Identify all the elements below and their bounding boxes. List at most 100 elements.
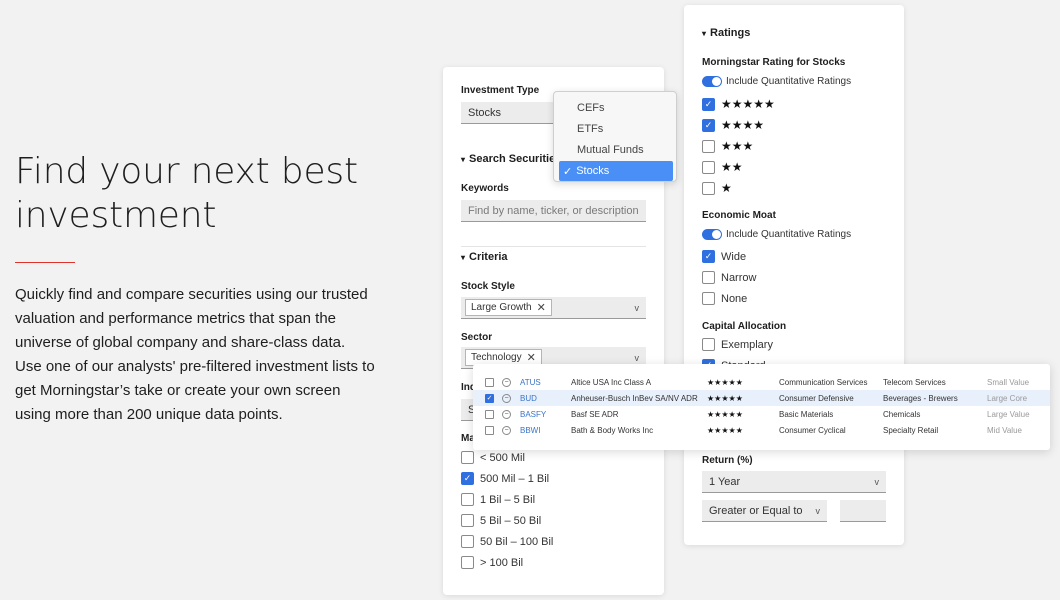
cell-sector: Basic Materials bbox=[779, 409, 834, 419]
market-cap-option[interactable]: ✓ 500 Mil – 1 Bil bbox=[461, 472, 549, 485]
cell-stars: ★★★★★ bbox=[707, 377, 743, 387]
row-checkbox[interactable] bbox=[485, 425, 494, 435]
table-row[interactable]: − BBWI Bath & Body Works Inc ★★★★★ Consumer … bbox=[473, 422, 1050, 438]
toggle-knob bbox=[712, 77, 721, 86]
cell-industry: Telecom Services bbox=[883, 377, 946, 387]
row-checkbox[interactable] bbox=[485, 377, 494, 387]
comparison-value: Greater or Equal to bbox=[709, 504, 803, 517]
stock-style-label: Stock Style bbox=[461, 281, 515, 292]
star-rating-option[interactable]: ★ bbox=[702, 181, 732, 195]
dropdown-option-mutual-funds[interactable]: Mutual Funds bbox=[554, 140, 676, 160]
moat-option[interactable]: None bbox=[702, 292, 747, 305]
sector-label: Sector bbox=[461, 332, 493, 343]
cell-ticker[interactable]: BUD bbox=[520, 394, 537, 403]
cell-style: Large Core bbox=[987, 393, 1028, 403]
cell-stars: ★★★★★ bbox=[707, 409, 743, 419]
return-value-input[interactable] bbox=[840, 500, 886, 522]
checkbox[interactable] bbox=[702, 292, 715, 305]
remove-circle-icon[interactable]: − bbox=[502, 393, 511, 403]
remove-circle-icon[interactable]: − bbox=[502, 409, 511, 419]
table-row[interactable]: − ATUS Altice USA Inc Class A ★★★★★ Communic… bbox=[473, 374, 1050, 390]
checkbox[interactable]: ✓ bbox=[461, 472, 474, 485]
chevron-down-icon: v bbox=[634, 302, 640, 313]
dropdown-option-stocks[interactable]: ✓ Stocks bbox=[559, 161, 673, 181]
star-rating-icon: ★★★★ bbox=[721, 118, 765, 132]
investment-type-dropdown: CEFs ETFs Mutual Funds ✓ Stocks bbox=[553, 91, 677, 182]
market-cap-option-label: 50 Bil – 100 Bil bbox=[480, 535, 554, 548]
criteria-title: Criteria bbox=[469, 251, 508, 263]
moat-option[interactable]: Narrow bbox=[702, 271, 756, 284]
cell-ticker[interactable]: BASFY bbox=[520, 410, 546, 419]
market-cap-option-label: 5 Bil – 50 Bil bbox=[480, 514, 542, 527]
remove-chip-icon[interactable]: ✕ bbox=[537, 301, 546, 314]
hero: Find your next best investment Quickly f… bbox=[15, 150, 375, 427]
comparison-select[interactable]: Greater or Equal to v bbox=[702, 500, 827, 522]
cell-ticker[interactable]: ATUS bbox=[520, 378, 541, 387]
checkbox[interactable] bbox=[461, 493, 474, 506]
dropdown-option-cefs[interactable]: CEFs bbox=[554, 98, 676, 118]
checkbox[interactable] bbox=[461, 451, 474, 464]
checkbox[interactable]: ✓ bbox=[702, 250, 715, 263]
investment-type-select[interactable]: Stocks bbox=[461, 102, 561, 124]
table-row[interactable]: − BASFY Basf SE ADR ★★★★★ Basic Materials Che… bbox=[473, 406, 1050, 422]
cell-sector: Consumer Cyclical bbox=[779, 425, 846, 435]
row-checkbox[interactable]: ✓ bbox=[485, 393, 494, 403]
star-rating-option[interactable]: ★★ bbox=[702, 160, 743, 174]
star-rating-option[interactable]: ★★★ bbox=[702, 139, 753, 153]
return-period-select[interactable]: 1 Year v bbox=[702, 471, 886, 493]
checkbox[interactable]: ✓ bbox=[702, 118, 715, 132]
checkbox[interactable] bbox=[702, 160, 715, 174]
chevron-down-icon: v bbox=[874, 476, 880, 487]
checkbox[interactable] bbox=[702, 139, 715, 153]
stock-style-chip-label: Large Growth bbox=[471, 302, 532, 313]
moat-include-quant-toggle[interactable] bbox=[702, 229, 722, 240]
checkbox[interactable]: ✓ bbox=[702, 97, 715, 111]
market-cap-option[interactable]: > 100 Bil bbox=[461, 556, 523, 569]
criteria-section[interactable]: ▾ Criteria bbox=[461, 251, 508, 263]
moat-include-quant-label: Include Quantitative Ratings bbox=[726, 229, 852, 240]
checkbox[interactable] bbox=[702, 338, 715, 351]
market-cap-option[interactable]: 50 Bil – 100 Bil bbox=[461, 535, 553, 548]
checkbox[interactable] bbox=[461, 514, 474, 527]
moat-option-label: Narrow bbox=[721, 271, 757, 284]
search-securities-section[interactable]: ▾ Search Securities bbox=[461, 153, 561, 165]
rating-for-stocks-label: Morningstar Rating for Stocks bbox=[702, 57, 846, 68]
moat-include-quant-toggle-row[interactable]: Include Quantitative Ratings bbox=[702, 229, 851, 240]
dropdown-option-etfs[interactable]: ETFs bbox=[554, 119, 676, 139]
include-quant-toggle[interactable] bbox=[702, 76, 722, 87]
sector-chip-label: Technology bbox=[471, 352, 522, 363]
divider bbox=[461, 246, 646, 247]
hero-title: Find your next best investment bbox=[15, 151, 358, 236]
cell-sector: Communication Services bbox=[779, 377, 868, 387]
investment-type-value: Stocks bbox=[468, 106, 502, 119]
checkbox[interactable] bbox=[461, 535, 474, 548]
cell-ticker[interactable]: BBWI bbox=[520, 426, 540, 435]
checkbox[interactable] bbox=[702, 271, 715, 284]
remove-chip-icon[interactable]: ✕ bbox=[527, 351, 536, 364]
remove-circle-icon[interactable]: − bbox=[502, 425, 511, 435]
moat-option-label: Wide bbox=[721, 250, 747, 263]
market-cap-option-label: < 500 Mil bbox=[480, 451, 525, 464]
market-cap-option-label: > 100 Bil bbox=[480, 556, 524, 569]
ratings-section[interactable]: ▾ Ratings bbox=[702, 27, 750, 39]
results-table: − ATUS Altice USA Inc Class A ★★★★★ Communic… bbox=[473, 364, 1050, 450]
table-row[interactable]: ✓ − BUD Anheuser-Busch InBev SA/NV ADR ★★★★★… bbox=[473, 390, 1050, 406]
chevron-down-icon: v bbox=[815, 505, 821, 516]
market-cap-option[interactable]: 5 Bil – 50 Bil bbox=[461, 514, 541, 527]
capital-allocation-option[interactable]: Exemplary bbox=[702, 338, 773, 351]
row-checkbox-cell bbox=[485, 377, 494, 387]
stock-style-select[interactable]: Large Growth ✕ v bbox=[461, 297, 646, 319]
remove-circle-icon[interactable]: − bbox=[502, 377, 511, 387]
row-checkbox[interactable] bbox=[485, 409, 494, 419]
market-cap-option[interactable]: < 500 Mil bbox=[461, 451, 525, 464]
dropdown-option-stocks-label: Stocks bbox=[576, 165, 610, 177]
moat-option[interactable]: ✓ Wide bbox=[702, 250, 746, 263]
star-rating-option[interactable]: ✓ ★★★★ bbox=[702, 118, 764, 132]
include-quant-ratings-toggle-row[interactable]: Include Quantitative Ratings bbox=[702, 76, 851, 87]
market-cap-option[interactable]: 1 Bil – 5 Bil bbox=[461, 493, 535, 506]
checkbox[interactable] bbox=[461, 556, 474, 569]
checkbox[interactable] bbox=[702, 181, 715, 195]
keywords-input[interactable]: Find by name, ticker, or description bbox=[461, 200, 646, 222]
star-rating-option[interactable]: ✓ ★★★★★ bbox=[702, 97, 775, 111]
investment-type-label: Investment Type bbox=[461, 85, 540, 96]
